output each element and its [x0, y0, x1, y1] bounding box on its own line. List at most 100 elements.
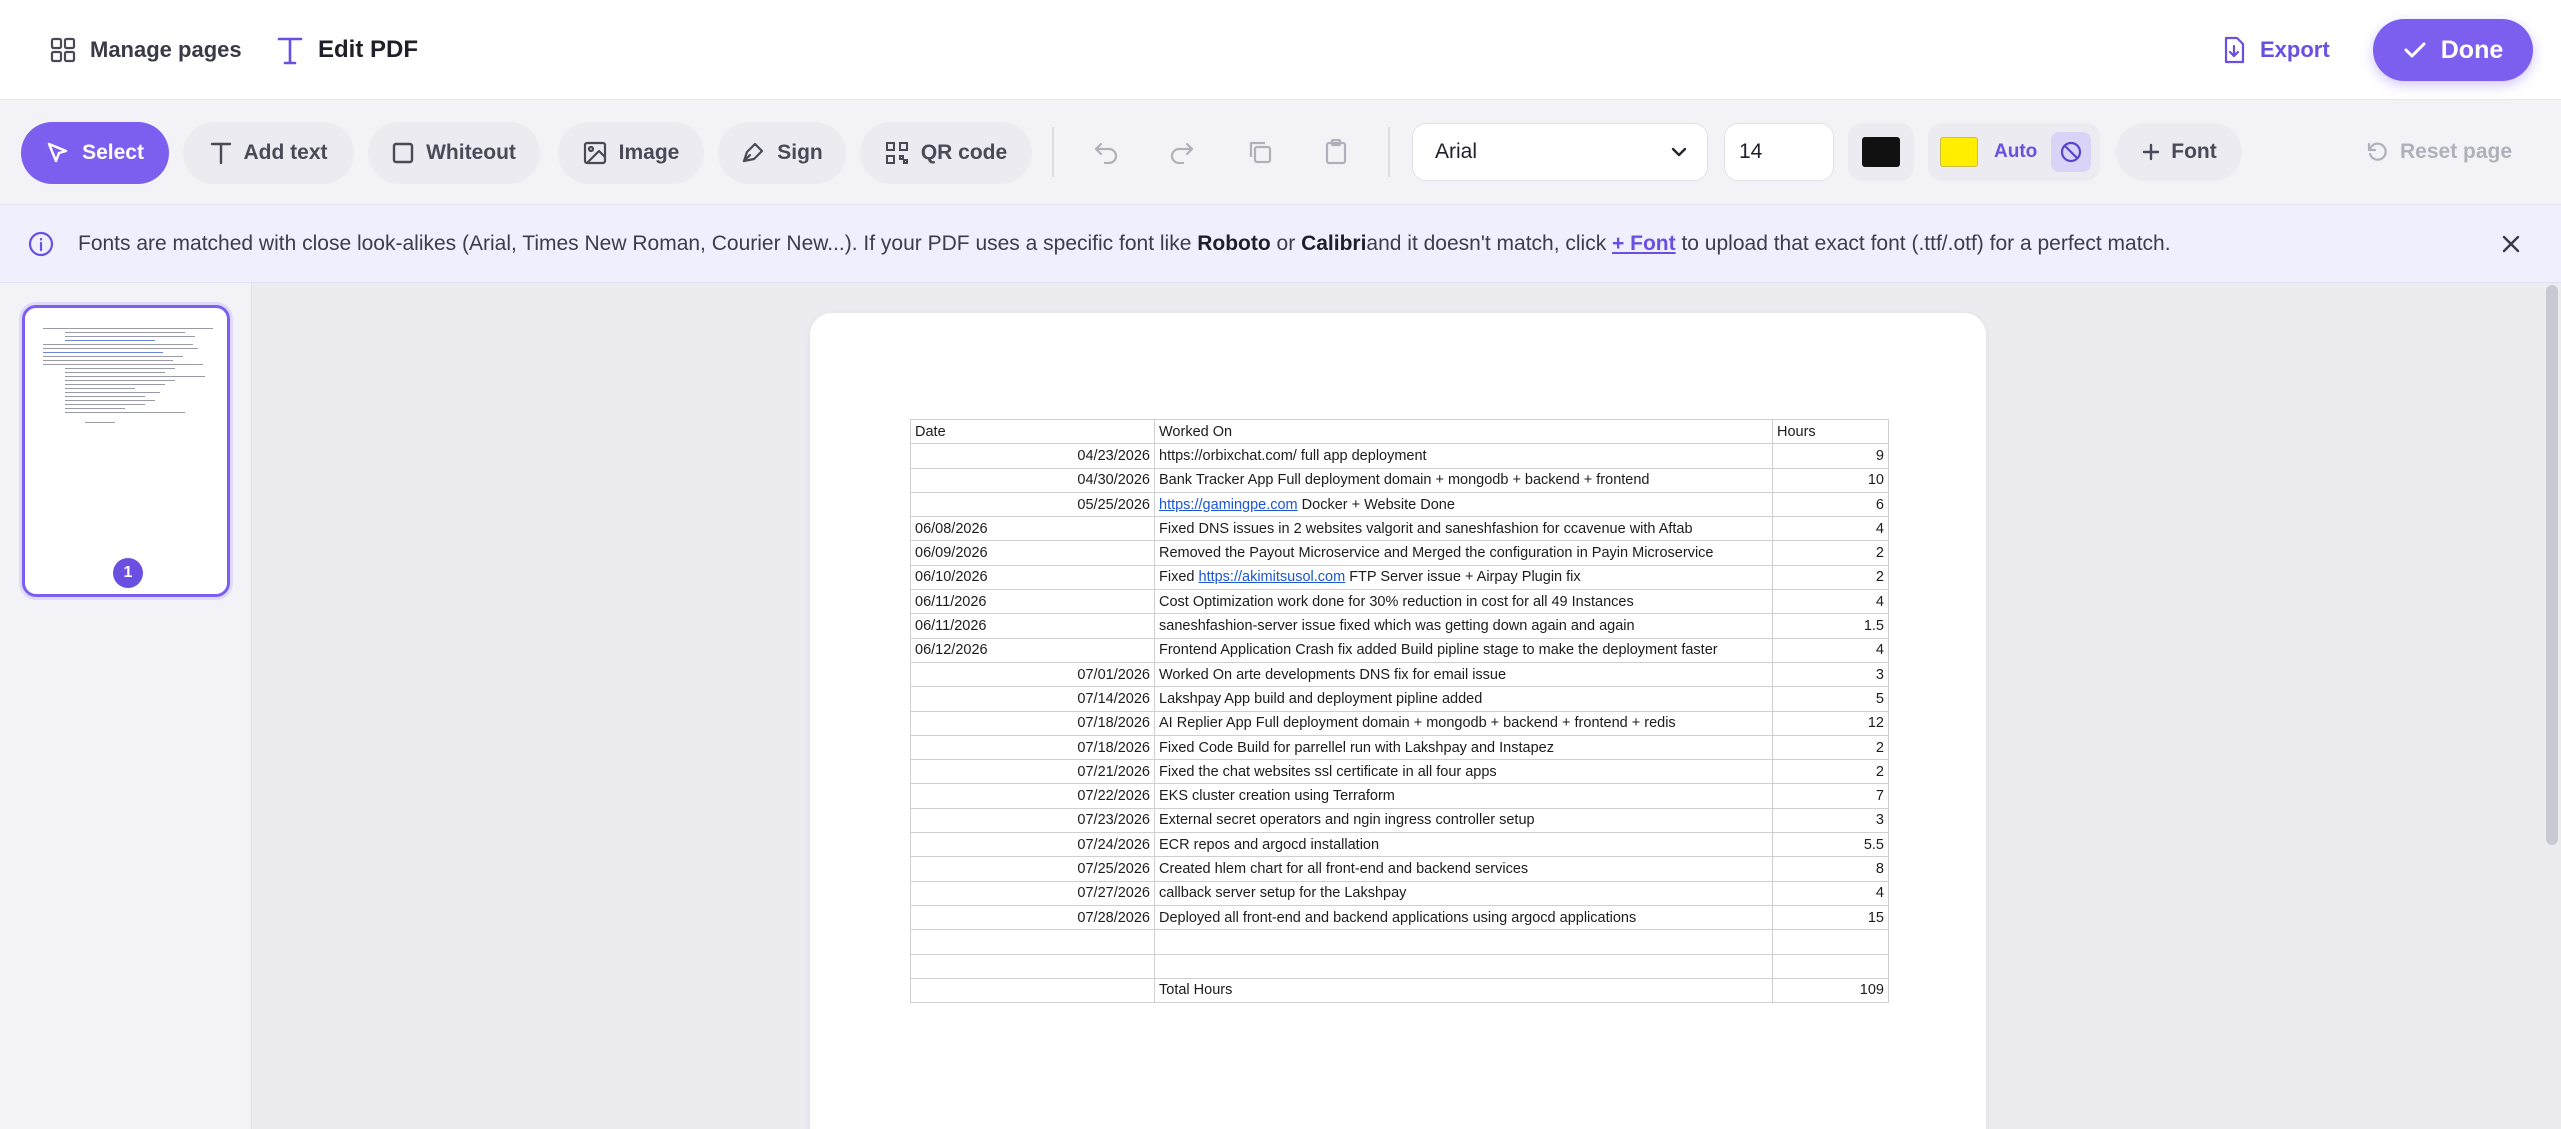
font-size-input[interactable] — [1724, 123, 1834, 181]
total-value[interactable]: 109 — [1772, 977, 1889, 1004]
hours-cell[interactable]: 2 — [1772, 540, 1889, 566]
date-cell[interactable]: 07/21/2026 — [910, 759, 1155, 785]
whiteout-button[interactable]: Whiteout — [368, 122, 540, 184]
hours-cell[interactable]: 3 — [1772, 661, 1889, 688]
date-cell[interactable]: 06/11/2026 — [910, 613, 1155, 639]
hours-cell[interactable]: 15 — [1772, 904, 1889, 931]
worked-on-cell[interactable]: Deployed all front-end and backend appli… — [1154, 904, 1773, 931]
worked-on-cell[interactable]: callback server setup for the Lakshpay — [1154, 880, 1773, 906]
date-cell[interactable]: 07/23/2026 — [910, 807, 1155, 834]
page-thumbnail[interactable]: 1 — [22, 305, 230, 597]
hours-cell[interactable]: 5.5 — [1772, 832, 1889, 858]
undo-button[interactable] — [1084, 130, 1128, 174]
paste-button[interactable] — [1314, 130, 1358, 174]
date-cell[interactable]: 07/14/2026 — [910, 686, 1155, 712]
reset-page-button[interactable]: Reset page — [2366, 123, 2512, 181]
hours-cell[interactable]: 12 — [1772, 710, 1889, 736]
edit-pdf-tab[interactable]: Edit PDF — [276, 0, 418, 100]
date-cell[interactable]: 07/24/2026 — [910, 832, 1155, 858]
date-cell[interactable]: 07/18/2026 — [910, 734, 1155, 761]
copy-button[interactable] — [1238, 130, 1282, 174]
close-icon[interactable] — [2498, 231, 2524, 257]
date-cell[interactable]: 07/27/2026 — [910, 880, 1155, 906]
font-family-select[interactable]: Arial — [1412, 123, 1708, 181]
hours-cell[interactable]: 6 — [1772, 491, 1889, 518]
worked-on-link[interactable]: https://gamingpe.com — [1159, 497, 1298, 513]
hours-cell[interactable]: 9 — [1772, 443, 1889, 469]
hours-cell[interactable]: 4 — [1772, 589, 1889, 615]
add-font-button[interactable]: Font — [2116, 123, 2242, 181]
worked-on-cell[interactable]: Worked On arte developments DNS fix for … — [1154, 661, 1773, 688]
worked-on-cell[interactable]: Fixed https://akimitsusol.com FTP Server… — [1154, 564, 1773, 591]
total-date-cell[interactable] — [910, 977, 1155, 1004]
hours-cell[interactable] — [1772, 953, 1889, 979]
redo-button[interactable] — [1160, 130, 1204, 174]
date-cell[interactable]: 06/08/2026 — [910, 516, 1155, 542]
worked-on-cell[interactable]: Frontend Application Crash fix added Bui… — [1154, 637, 1773, 663]
hours-cell[interactable]: 5 — [1772, 686, 1889, 712]
hours-cell[interactable]: 2 — [1772, 759, 1889, 785]
hours-cell[interactable]: 3 — [1772, 807, 1889, 834]
worked-on-cell[interactable]: https://orbixchat.com/ full app deployme… — [1154, 443, 1773, 469]
worked-on-cell[interactable]: Removed the Payout Microservice and Merg… — [1154, 540, 1773, 566]
worked-on-cell[interactable]: Cost Optimization work done for 30% redu… — [1154, 589, 1773, 615]
total-label[interactable]: Total Hours — [1154, 977, 1773, 1004]
no-color-button[interactable] — [2051, 132, 2092, 172]
auto-color-label[interactable]: Auto — [1994, 141, 2037, 163]
date-cell[interactable]: 07/25/2026 — [910, 856, 1155, 882]
worked-on-cell[interactable]: External secret operators and ngin ingre… — [1154, 807, 1773, 834]
date-cell[interactable]: 07/22/2026 — [910, 783, 1155, 809]
canvas-scrollbar[interactable] — [2546, 285, 2558, 845]
hours-cell[interactable]: 4 — [1772, 637, 1889, 663]
header-worked-on[interactable]: Worked On — [1154, 418, 1773, 445]
export-button[interactable]: Export — [2222, 0, 2330, 100]
worked-on-cell[interactable]: Bank Tracker App Full deployment domain … — [1154, 467, 1773, 493]
hours-cell[interactable]: 2 — [1772, 564, 1889, 591]
date-cell[interactable]: 05/25/2026 — [910, 491, 1155, 518]
manage-pages-button[interactable]: Manage pages — [50, 0, 242, 100]
date-cell[interactable] — [910, 929, 1155, 955]
hours-cell[interactable]: 4 — [1772, 880, 1889, 906]
text-color-picker[interactable] — [1848, 123, 1914, 181]
header-date[interactable]: Date — [910, 418, 1155, 445]
hours-cell[interactable]: 10 — [1772, 467, 1889, 493]
worked-on-cell[interactable] — [1154, 953, 1773, 979]
worked-on-cell[interactable]: Fixed the chat websites ssl certificate … — [1154, 759, 1773, 785]
worked-on-cell[interactable] — [1154, 929, 1773, 955]
worked-on-cell[interactable]: Fixed DNS issues in 2 websites valgorit … — [1154, 516, 1773, 542]
worked-on-cell[interactable]: https://gamingpe.com Docker + Website Do… — [1154, 491, 1773, 518]
worked-on-cell[interactable]: Lakshpay App build and deployment piplin… — [1154, 686, 1773, 712]
sign-button[interactable]: Sign — [718, 122, 846, 184]
date-cell[interactable]: 07/28/2026 — [910, 904, 1155, 931]
hours-cell[interactable]: 7 — [1772, 783, 1889, 809]
qr-code-button[interactable]: QR code — [860, 122, 1032, 184]
date-cell[interactable] — [910, 953, 1155, 979]
date-cell[interactable]: 06/10/2026 — [910, 564, 1155, 591]
worked-on-cell[interactable]: Fixed Code Build for parrellel run with … — [1154, 734, 1773, 761]
banner-add-font-link[interactable]: + Font — [1612, 232, 1676, 255]
image-button[interactable]: Image — [558, 122, 704, 184]
hours-cell[interactable]: 4 — [1772, 516, 1889, 542]
highlight-color-picker[interactable]: Auto — [1928, 123, 2100, 181]
worked-on-cell[interactable]: saneshfashion-server issue fixed which w… — [1154, 613, 1773, 639]
worked-on-cell[interactable]: EKS cluster creation using Terraform — [1154, 783, 1773, 809]
date-cell[interactable]: 06/09/2026 — [910, 540, 1155, 566]
done-button[interactable]: Done — [2373, 19, 2533, 81]
date-cell[interactable]: 07/18/2026 — [910, 710, 1155, 736]
worked-on-link[interactable]: https://akimitsusol.com — [1199, 569, 1346, 585]
worked-on-cell[interactable]: ECR repos and argocd installation — [1154, 832, 1773, 858]
hours-cell[interactable]: 8 — [1772, 856, 1889, 882]
select-tool-button[interactable]: Select — [21, 122, 169, 184]
worked-on-cell[interactable]: AI Replier App Full deployment domain + … — [1154, 710, 1773, 736]
date-cell[interactable]: 07/01/2026 — [910, 661, 1155, 688]
hours-cell[interactable]: 2 — [1772, 734, 1889, 761]
add-text-button[interactable]: Add text — [183, 122, 354, 184]
hours-cell[interactable] — [1772, 929, 1889, 955]
date-cell[interactable]: 06/12/2026 — [910, 637, 1155, 663]
date-cell[interactable]: 04/23/2026 — [910, 443, 1155, 469]
date-cell[interactable]: 04/30/2026 — [910, 467, 1155, 493]
date-cell[interactable]: 06/11/2026 — [910, 589, 1155, 615]
header-hours[interactable]: Hours — [1772, 418, 1889, 445]
hours-cell[interactable]: 1.5 — [1772, 613, 1889, 639]
worked-on-cell[interactable]: Created hlem chart for all front-end and… — [1154, 856, 1773, 882]
